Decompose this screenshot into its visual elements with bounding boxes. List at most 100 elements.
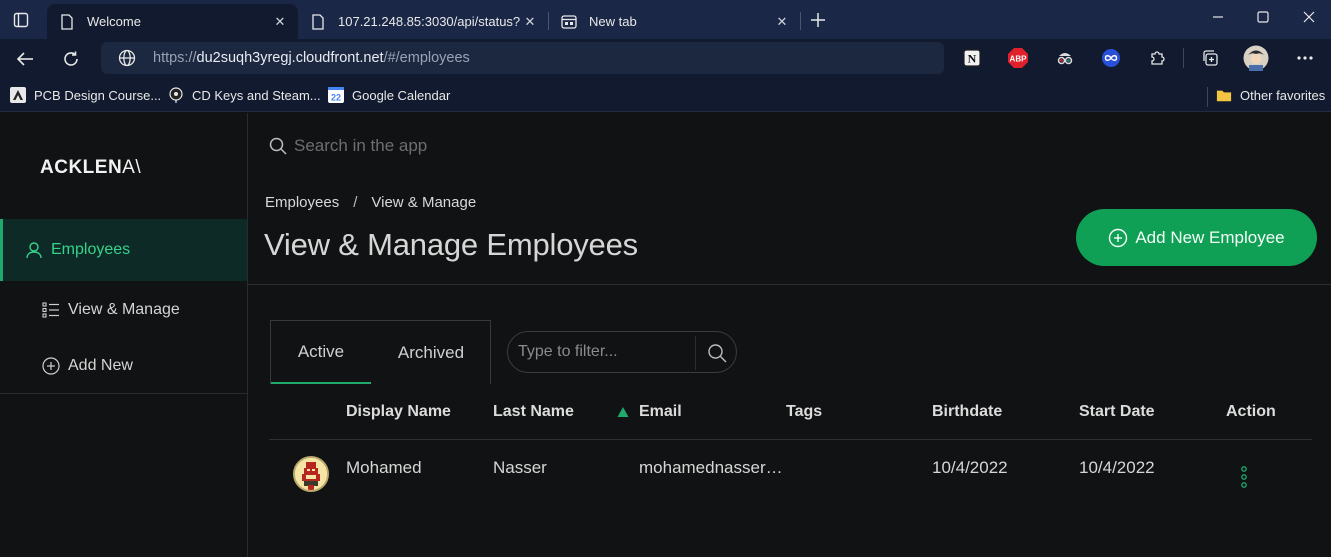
breadcrumb-root[interactable]: Employees [265, 194, 339, 211]
favorite-label: CD Keys and Steam... [192, 87, 321, 103]
browser-tab-new[interactable]: New tab ✕ [549, 4, 800, 39]
sidebar: ACKLENA\ Employees View & Manage Add New [0, 113, 248, 557]
page-icon [59, 13, 75, 30]
notion-icon[interactable]: N [961, 47, 983, 69]
tab-actions-button[interactable] [6, 6, 36, 34]
extensions-puzzle-icon[interactable] [1147, 47, 1169, 69]
table-filter [507, 331, 737, 373]
avatar [293, 456, 329, 492]
new-tab-button[interactable] [806, 8, 830, 32]
other-favorites-label: Other favorites [1240, 87, 1326, 103]
company-logo[interactable]: ACKLENA\ [40, 157, 141, 179]
favorite-google-calendar[interactable]: 22 Google Calendar [328, 83, 450, 107]
app-search [268, 135, 594, 157]
refresh-button[interactable] [55, 43, 87, 75]
column-header-action: Action [1226, 403, 1276, 420]
column-header-start-date[interactable]: Start Date [1079, 403, 1155, 421]
plus-circle-icon [42, 357, 60, 375]
favorites-bar: PCB Design Course... CD Keys and Steam..… [0, 78, 1331, 112]
browser-tab-welcome[interactable]: Welcome ✕ [47, 4, 298, 39]
maximize-icon [1256, 11, 1269, 23]
tab-separator [800, 12, 801, 30]
toolbar-separator [1183, 48, 1184, 68]
tab-title: New tab [589, 14, 637, 29]
maximize-button[interactable] [1240, 0, 1285, 34]
url-path: /#/employees [383, 50, 470, 66]
cell-display-name: Mohamed [346, 458, 422, 477]
close-tab-icon[interactable]: ✕ [520, 12, 540, 32]
column-header-birthdate[interactable]: Birthdate [932, 403, 1002, 421]
column-header-last-name[interactable]: Last Name [493, 403, 574, 421]
sidebar-item-label: Add New [68, 357, 133, 374]
infinity-icon[interactable] [1100, 47, 1122, 69]
page-title: View & Manage Employees [264, 227, 638, 262]
search-icon[interactable] [706, 342, 728, 364]
header-divider [248, 284, 1331, 285]
svg-text:N: N [968, 52, 977, 66]
globe-icon[interactable] [117, 48, 137, 68]
column-header-display-name[interactable]: Display Name [346, 403, 451, 421]
tab-active[interactable]: Active [271, 321, 371, 384]
favorite-pcb-design[interactable]: PCB Design Course... [10, 83, 161, 107]
altium-icon [10, 87, 26, 103]
tab-actions-icon [13, 12, 29, 28]
favorite-cd-keys[interactable]: CD Keys and Steam... [168, 83, 321, 107]
close-icon [1303, 11, 1314, 23]
sidebar-item-employees[interactable]: Employees [0, 219, 247, 281]
breadcrumb: Employees / View & Manage [265, 194, 476, 211]
filter-divider [695, 336, 696, 370]
column-header-email[interactable]: Email [639, 403, 682, 421]
filter-input[interactable] [518, 343, 698, 361]
close-tab-icon[interactable]: ✕ [270, 12, 290, 32]
tab-title: 107.21.248.85:3030/api/status? [338, 14, 520, 29]
breadcrumb-separator: / [353, 194, 358, 211]
browser-tab-api-status[interactable]: 107.21.248.85:3030/api/status? ✕ [298, 4, 548, 39]
breadcrumb-current: View & Manage [371, 194, 477, 211]
minimize-button[interactable] [1195, 0, 1240, 34]
back-button[interactable] [9, 43, 41, 75]
plus-circle-icon [1108, 228, 1128, 248]
address-bar[interactable]: https://du2suqh3yregj.cloudfront.net/#/e… [101, 42, 944, 74]
profile-avatar-icon[interactable] [1243, 45, 1269, 71]
column-header-tags[interactable]: Tags [786, 403, 822, 421]
logo-thin: A\ [122, 157, 142, 178]
list-icon [42, 301, 60, 319]
status-tabs: Active Archived [270, 320, 491, 384]
sort-ascending-icon[interactable] [617, 406, 629, 418]
adblock-plus-icon[interactable]: ABP [1007, 47, 1029, 69]
refresh-icon [64, 51, 78, 66]
plus-icon [811, 13, 825, 27]
favorite-label: PCB Design Course... [34, 87, 162, 103]
sidebar-item-add-new[interactable]: Add New [0, 346, 247, 386]
browser-tab-strip: Welcome ✕ 107.21.248.85:3030/api/status?… [0, 0, 1331, 39]
sidebar-item-label: View & Manage [68, 301, 180, 318]
favorites-separator [1207, 87, 1208, 107]
minimize-icon [1212, 16, 1223, 18]
close-tab-icon[interactable]: ✕ [772, 12, 792, 32]
add-new-employee-label: Add New Employee [1135, 227, 1285, 247]
cell-start-date: 10/4/2022 [1079, 458, 1155, 477]
sidebar-item-view-manage[interactable]: View & Manage [0, 290, 247, 330]
search-icon [268, 136, 288, 156]
table-header-divider [269, 439, 1312, 440]
collections-icon[interactable] [1199, 47, 1221, 69]
other-favorites[interactable]: Other favorites [1216, 83, 1325, 107]
url-text[interactable]: https://du2suqh3yregj.cloudfront.net/#/e… [153, 50, 470, 66]
keys-icon [168, 87, 184, 103]
url-scheme: https:// [153, 50, 197, 66]
close-window-button[interactable] [1286, 0, 1331, 34]
spy-icon[interactable] [1054, 47, 1076, 69]
more-icon[interactable] [1294, 47, 1316, 69]
svg-text:ABP: ABP [1010, 55, 1028, 64]
cell-last-name: Nasser [493, 458, 547, 477]
calendar-icon: 22 [328, 87, 344, 103]
row-actions-button[interactable] [1234, 464, 1254, 490]
user-icon [25, 241, 43, 259]
app-search-input[interactable] [294, 136, 594, 156]
tab-archived[interactable]: Archived [381, 321, 481, 384]
add-new-employee-button[interactable]: Add New Employee [1076, 209, 1317, 266]
favorite-label: Google Calendar [352, 87, 451, 103]
tab-title: Welcome [87, 14, 141, 29]
svg-text:22: 22 [331, 93, 341, 103]
url-host: du2suqh3yregj.cloudfront.net [196, 50, 384, 66]
